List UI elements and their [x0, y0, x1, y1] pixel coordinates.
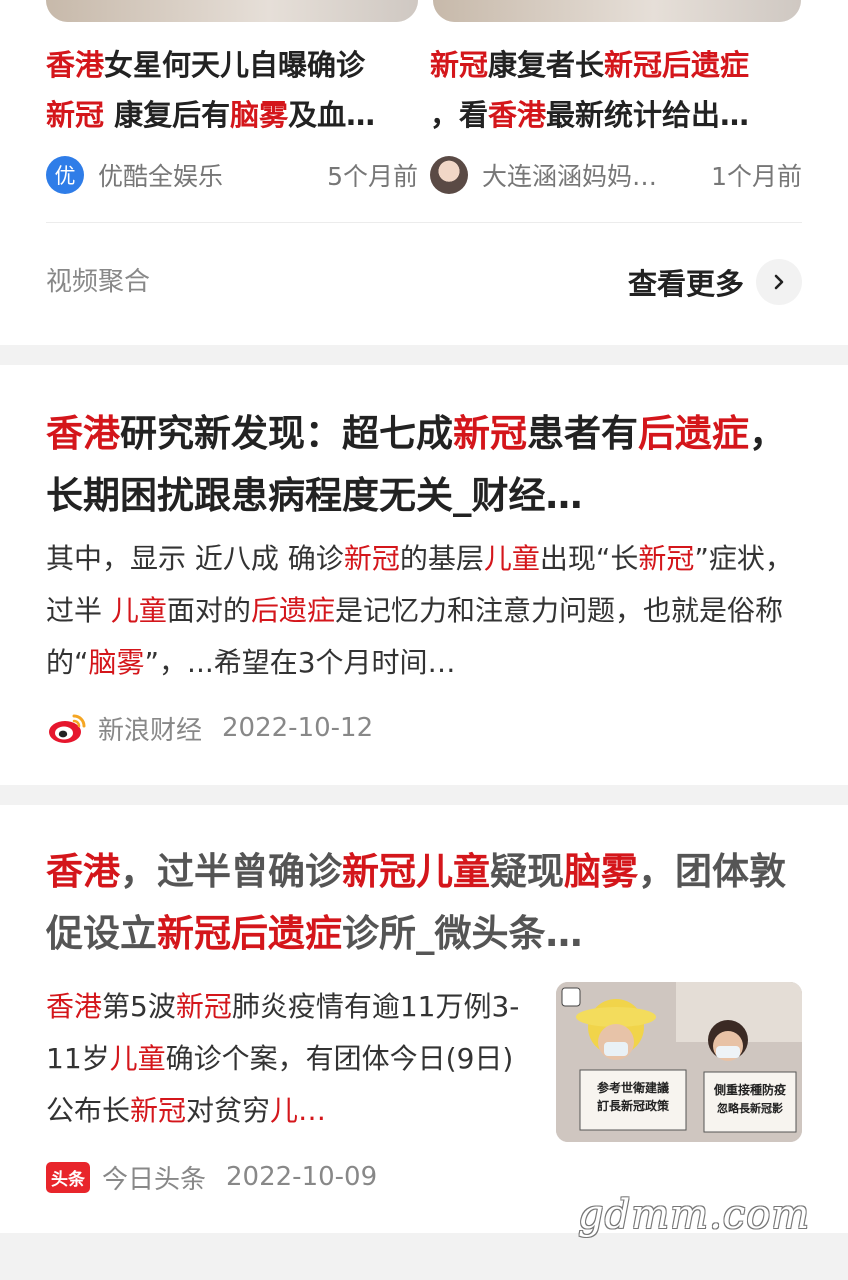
divider — [46, 222, 802, 223]
highlight-keyword: 新冠 — [130, 1094, 187, 1127]
highlight-keyword: 后遗症 — [638, 412, 749, 455]
highlight-keyword: 新冠儿童 — [342, 850, 490, 893]
highlight-keyword: 香港 — [488, 98, 547, 132]
toutiao-logo-icon: 头条 — [46, 1161, 90, 1193]
text-run: 的基层 — [399, 542, 484, 575]
text-run: 康复后有 — [104, 98, 231, 132]
highlight-keyword: 新冠 — [453, 412, 527, 455]
text-run: 患者有 — [527, 412, 638, 455]
article-title[interactable]: 香港研究新发现：超七成新冠患者有后遗症，长期困扰跟患病程度无关_财经… — [46, 403, 802, 527]
highlight-keyword: 新冠 — [343, 542, 400, 575]
video-time: 1个月前 — [711, 162, 802, 191]
text-run: 其中，显示 近八成 确诊 — [46, 542, 344, 575]
article-source[interactable]: 今日头条 — [102, 1159, 206, 1196]
video-title-line: 香港女星何天儿自曝确诊 — [46, 40, 418, 90]
video-title-line: 新冠康复者长新冠后遗症 — [430, 40, 802, 90]
highlight-keyword: 儿童 — [110, 594, 167, 627]
text-run: 及血… — [288, 98, 376, 132]
highlight-keyword: 后遗症 — [250, 594, 335, 627]
text-run: ，过半曾确诊 — [120, 850, 342, 893]
article-meta: 新浪财经 2022-10-12 — [46, 708, 373, 748]
video-title[interactable]: 香港女星何天儿自曝确诊 新冠 康复后有脑雾及血… — [46, 40, 418, 140]
see-more-label: 查看更多 — [627, 267, 744, 301]
text-run: 女星何天儿自曝确诊 — [104, 48, 366, 82]
highlight-keyword: 儿童 — [483, 542, 540, 575]
text-run: 对贫穷 — [186, 1094, 271, 1127]
highlight-keyword: 新冠 — [46, 98, 105, 132]
article-date: 2022-10-12 — [222, 713, 374, 743]
article-card[interactable]: 香港，过半曾确诊新冠儿童疑现脑雾，团体敦促设立新冠后遗症诊所_微头条… 香港第5… — [0, 805, 848, 1233]
highlight-keyword: 脑雾 — [564, 850, 638, 893]
highlight-keyword: 儿… — [270, 1094, 327, 1127]
highlight-keyword: 新冠 — [430, 48, 489, 82]
youku-logo-icon: 优 — [46, 156, 84, 194]
article-meta: 头条 今日头条 2022-10-09 — [46, 1157, 377, 1197]
text-run: 面对的 — [166, 594, 251, 627]
article-date: 2022-10-09 — [226, 1162, 378, 1192]
text-run: 康复者长 — [488, 48, 605, 82]
sign-text: 側重接種防疫 — [713, 1082, 786, 1097]
see-more-button[interactable]: 查看更多 — [628, 258, 802, 306]
highlight-keyword: 香港 — [46, 850, 120, 893]
article-summary: 其中，显示 近八成 确诊新冠的基层儿童出现“长新冠”症状，过半 儿童面对的后遗症… — [46, 533, 802, 689]
text-run: ，看 — [430, 98, 489, 132]
weibo-logo-icon — [49, 714, 86, 743]
video-source[interactable]: 优酷全娱乐 — [98, 157, 315, 193]
highlight-keyword: 脑雾 — [230, 98, 289, 132]
video-meta: 大连涵涵妈妈… 1个月前 — [430, 152, 802, 198]
highlight-keyword: 香港 — [46, 412, 120, 455]
highlight-keyword: 新冠后遗症 — [157, 912, 342, 955]
article-title[interactable]: 香港，过半曾确诊新冠儿童疑现脑雾，团体敦促设立新冠后遗症诊所_微头条… — [46, 841, 802, 965]
sign-text: 参考世衛建議 — [597, 1080, 669, 1095]
video-thumbnail[interactable] — [46, 0, 418, 22]
text-run: 第5波 — [102, 990, 176, 1023]
sign-text: 訂長新冠政策 — [597, 1098, 670, 1113]
section-label: 视频聚合 — [46, 267, 151, 297]
video-time: 5个月前 — [327, 162, 418, 191]
video-source[interactable]: 大连涵涵妈妈… — [482, 157, 699, 193]
video-meta: 优 优酷全娱乐 5个月前 — [46, 152, 418, 198]
watermark: gdmm.com — [578, 1192, 811, 1238]
article-card[interactable]: 香港研究新发现：超七成新冠患者有后遗症，长期困扰跟患病程度无关_财经… 其中，显… — [0, 365, 848, 785]
sign-text: 忽略長新冠影 — [717, 1101, 783, 1115]
video-title[interactable]: 新冠康复者长新冠后遗症 ，看香港最新统计给出… — [430, 40, 802, 140]
highlight-keyword: 新冠 — [175, 990, 232, 1023]
avatar[interactable] — [430, 156, 468, 194]
text-run: 诊所_微头条… — [342, 912, 583, 955]
highlight-keyword: 香港 — [46, 990, 103, 1023]
video-title-line: 新冠 康复后有脑雾及血… — [46, 90, 418, 140]
text-run: 出现“长 — [539, 542, 639, 575]
text-run: 研究新发现：超七成 — [120, 412, 453, 455]
article-thumbnail[interactable]: 参考世衛建議 訂長新冠政策 側重接種防疫 忽略長新冠影 — [556, 982, 802, 1142]
text-run: 最新统计给出… — [546, 98, 750, 132]
highlight-keyword: 新冠后遗症 — [604, 48, 750, 82]
video-thumbnail[interactable] — [433, 0, 801, 22]
article-source[interactable]: 新浪财经 — [98, 710, 202, 747]
highlight-keyword: 脑雾 — [88, 646, 145, 679]
video-aggregation-card: 香港女星何天儿自曝确诊 新冠 康复后有脑雾及血… 新冠康复者长新冠后遗症 ，看香… — [0, 0, 848, 345]
text-run: ”，...希望在3个月时间… — [144, 646, 456, 679]
highlight-keyword: 新冠 — [638, 542, 695, 575]
video-title-line: ，看香港最新统计给出… — [430, 90, 802, 140]
highlight-keyword: 香港 — [46, 48, 105, 82]
chevron-right-icon — [756, 259, 802, 305]
article-summary: 香港第5波新冠肺炎疫情有逾11万例3-11岁儿童确诊个案，有团体今日(9日)公布… — [46, 981, 534, 1137]
text-run: 疑现 — [490, 850, 564, 893]
highlight-keyword: 儿童 — [109, 1042, 166, 1075]
